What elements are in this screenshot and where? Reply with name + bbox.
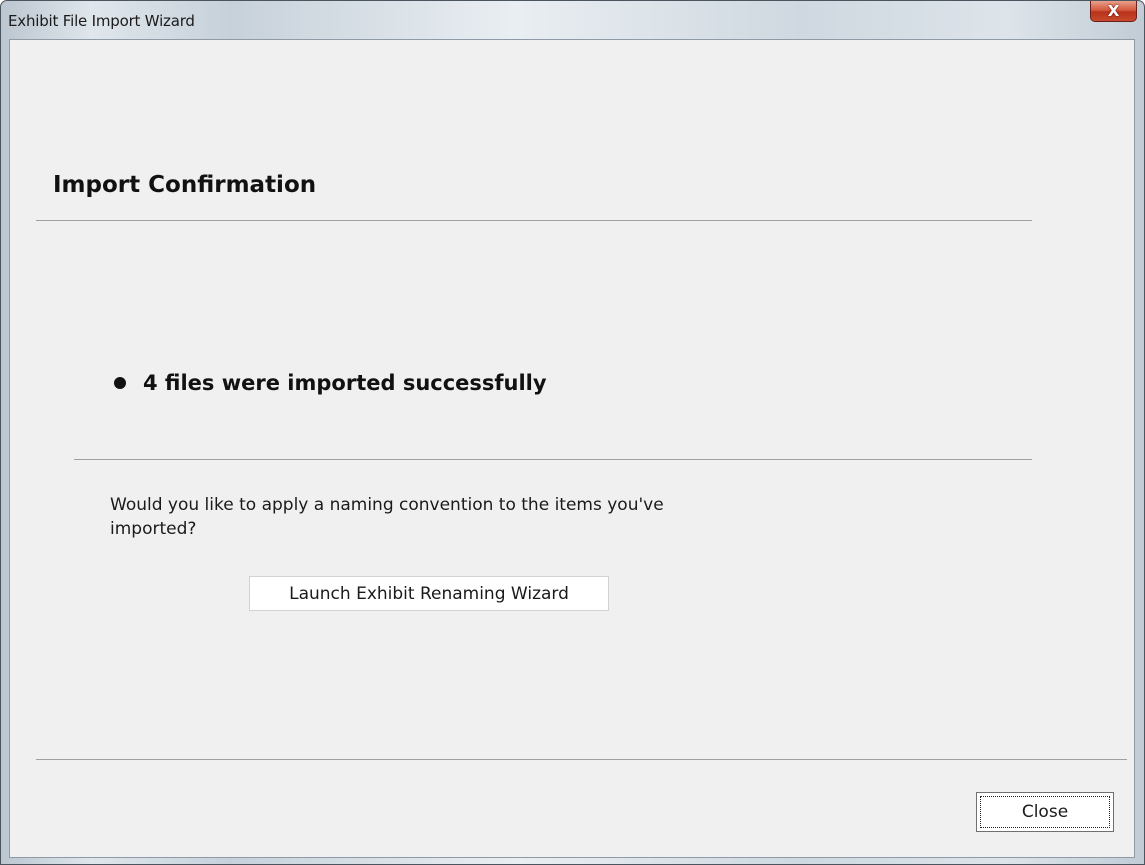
title-bar[interactable]: Exhibit File Import Wizard X [1, 1, 1144, 39]
bullet-icon [114, 377, 126, 389]
result-divider [74, 459, 1032, 460]
focus-rectangle [980, 796, 1110, 828]
window-close-button[interactable]: X [1090, 1, 1137, 22]
rename-question: Would you like to apply a naming convent… [110, 495, 664, 539]
launch-renaming-wizard-button[interactable]: Launch Exhibit Renaming Wizard [249, 576, 609, 611]
import-result-text: 4 files were imported successfully [143, 371, 547, 395]
import-result: 4 files were imported successfully [114, 371, 547, 395]
page-title: Import Confirmation [53, 172, 317, 198]
heading-divider [36, 220, 1032, 221]
close-icon: X [1107, 1, 1120, 20]
window-title: Exhibit File Import Wizard [8, 12, 195, 30]
dialog-window: Exhibit File Import Wizard X Import Conf… [0, 0, 1145, 865]
footer-divider [36, 759, 1127, 760]
dialog-body: Import Confirmation 4 files were importe… [9, 39, 1135, 858]
close-button[interactable]: Close [976, 792, 1114, 832]
